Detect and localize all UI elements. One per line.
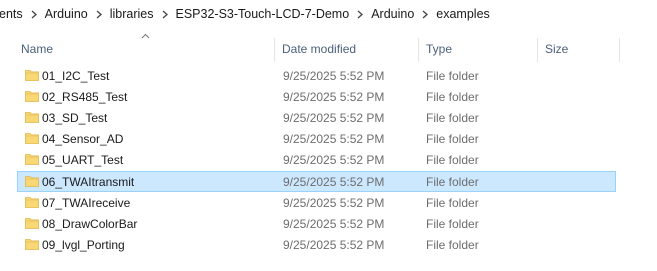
folder-icon <box>25 239 39 250</box>
file-name: 05_UART_Test <box>42 153 124 167</box>
folder-icon <box>25 133 39 144</box>
breadcrumb-item-libraries[interactable]: libraries <box>106 7 158 21</box>
file-type: File folder <box>426 69 479 83</box>
chevron-right-icon[interactable] <box>27 10 41 19</box>
file-name: 06_TWAItransmit <box>42 175 135 189</box>
file-type: File folder <box>426 90 479 104</box>
file-name: 04_Sensor_AD <box>42 132 124 146</box>
file-date: 9/25/2025 5:52 PM <box>283 111 385 125</box>
list-item[interactable]: 03_SD_Test 9/25/2025 5:52 PM File folder <box>17 107 616 128</box>
file-date: 9/25/2025 5:52 PM <box>283 238 385 252</box>
file-date: 9/25/2025 5:52 PM <box>283 217 385 231</box>
file-date: 9/25/2025 5:52 PM <box>283 90 385 104</box>
folder-icon <box>25 197 39 208</box>
column-header-row: Name Date modified Type Size <box>0 36 657 62</box>
file-explorer: ents Arduino libraries ESP32-S3-Touch-LC… <box>0 0 657 271</box>
breadcrumb-item-examples[interactable]: examples <box>432 7 494 21</box>
folder-icon <box>25 218 39 229</box>
folder-icon <box>25 154 39 165</box>
file-name: 09_lvgl_Porting <box>42 238 125 252</box>
folder-icon <box>25 112 39 123</box>
file-name: 07_TWAIreceive <box>42 196 131 210</box>
breadcrumb-item-arduino[interactable]: Arduino <box>41 7 92 21</box>
folder-icon <box>25 70 39 81</box>
file-name: 02_RS485_Test <box>42 90 128 104</box>
file-date: 9/25/2025 5:52 PM <box>283 196 385 210</box>
breadcrumb-item-demo[interactable]: ESP32-S3-Touch-LCD-7-Demo <box>172 7 354 21</box>
file-date: 9/25/2025 5:52 PM <box>283 69 385 83</box>
breadcrumb: ents Arduino libraries ESP32-S3-Touch-LC… <box>0 0 657 28</box>
list-item-selected[interactable]: 06_TWAItransmit 9/25/2025 5:52 PM File f… <box>17 171 616 192</box>
chevron-right-icon[interactable] <box>418 10 432 19</box>
file-date: 9/25/2025 5:52 PM <box>283 175 385 189</box>
folder-icon <box>25 91 39 102</box>
list-item[interactable]: 05_UART_Test 9/25/2025 5:52 PM File fold… <box>17 149 616 170</box>
file-date: 9/25/2025 5:52 PM <box>283 153 385 167</box>
list-item[interactable]: 07_TWAIreceive 9/25/2025 5:52 PM File fo… <box>17 192 616 213</box>
list-item[interactable]: 01_I2C_Test 9/25/2025 5:52 PM File folde… <box>17 65 616 86</box>
breadcrumb-item-documents[interactable]: ents <box>0 7 27 21</box>
list-item[interactable]: 08_DrawColorBar 9/25/2025 5:52 PM File f… <box>17 213 616 234</box>
file-name: 03_SD_Test <box>42 111 108 125</box>
file-type: File folder <box>426 217 479 231</box>
file-type: File folder <box>426 196 479 210</box>
file-type: File folder <box>426 153 479 167</box>
column-header-type[interactable]: Type <box>419 36 537 62</box>
file-type: File folder <box>426 175 479 189</box>
column-header-name[interactable]: Name <box>14 36 274 62</box>
chevron-right-icon[interactable] <box>158 10 172 19</box>
column-header-size[interactable]: Size <box>538 36 619 62</box>
file-date: 9/25/2025 5:52 PM <box>283 132 385 146</box>
chevron-right-icon[interactable] <box>353 10 367 19</box>
file-type: File folder <box>426 111 479 125</box>
chevron-right-icon[interactable] <box>92 10 106 19</box>
list-item[interactable]: 02_RS485_Test 9/25/2025 5:52 PM File fol… <box>17 86 616 107</box>
file-name: 01_I2C_Test <box>42 69 110 83</box>
folder-icon <box>25 176 39 187</box>
list-item[interactable]: 09_lvgl_Porting 9/25/2025 5:52 PM File f… <box>17 234 616 255</box>
column-header-date[interactable]: Date modified <box>275 36 418 62</box>
file-name: 08_DrawColorBar <box>42 217 138 231</box>
breadcrumb-item-arduino-sub[interactable]: Arduino <box>367 7 418 21</box>
list-item[interactable]: 04_Sensor_AD 9/25/2025 5:52 PM File fold… <box>17 128 616 149</box>
file-type: File folder <box>426 132 479 146</box>
file-type: File folder <box>426 238 479 252</box>
column-divider[interactable] <box>619 38 620 62</box>
